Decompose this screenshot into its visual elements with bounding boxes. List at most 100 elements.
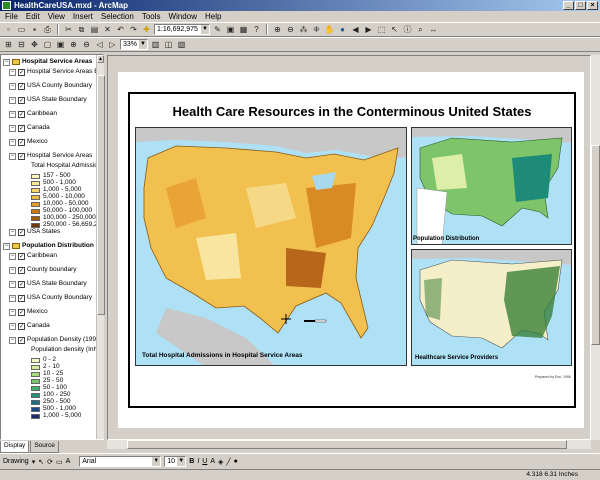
chevron-down-icon[interactable]: ▼ xyxy=(177,457,186,466)
population-distribution-map[interactable] xyxy=(411,127,572,245)
layout-vscroll-thumb[interactable] xyxy=(591,145,600,345)
font-name-combo[interactable]: Arial ▼ xyxy=(79,456,162,467)
identify-icon[interactable]: ⓘ xyxy=(402,24,413,35)
toc-layer[interactable]: − ✓ Mexico xyxy=(9,137,48,147)
help-icon[interactable]: ? xyxy=(251,24,262,35)
layer-visibility-checkbox[interactable]: ✓ xyxy=(18,336,25,344)
undo-icon[interactable]: ↶ xyxy=(115,24,126,35)
hospital-admissions-map[interactable] xyxy=(135,127,407,366)
save-icon[interactable]: ▪ xyxy=(29,24,40,35)
zoom-100-icon[interactable]: ▣ xyxy=(55,39,66,50)
layout-vertical-scrollbar[interactable] xyxy=(591,55,600,440)
fixed-zoom-in-icon[interactable]: ⁂ xyxy=(298,24,309,35)
cut-icon[interactable]: ✂ xyxy=(63,24,74,35)
layer-visibility-checkbox[interactable]: ✓ xyxy=(18,152,25,160)
menu-help[interactable]: Help xyxy=(204,11,222,22)
toggle-draft-mode-icon[interactable]: ▥ xyxy=(150,39,161,50)
rectangle-tool-icon[interactable]: ▭ xyxy=(56,458,63,466)
toc-layer[interactable]: − ✓ Hospital Service Areas Bo xyxy=(9,67,102,77)
expand-collapse-icon[interactable]: − xyxy=(9,68,16,76)
fill-color-icon[interactable]: ◈ xyxy=(218,458,223,466)
layer-visibility-checkbox[interactable]: ✓ xyxy=(18,124,25,132)
fixed-zoom-out-layout-icon[interactable]: ⊖ xyxy=(81,39,92,50)
toc-layer[interactable]: − ✓ USA County Boundary xyxy=(9,293,92,303)
tab-source[interactable]: Source xyxy=(30,441,59,453)
toc-layer[interactable]: − ✓ USA States xyxy=(9,227,60,237)
open-icon[interactable]: ▭ xyxy=(16,24,27,35)
menu-file[interactable]: File xyxy=(4,11,19,22)
menu-edit[interactable]: Edit xyxy=(25,11,41,22)
healthcare-providers-map[interactable] xyxy=(411,249,572,366)
layout-hscroll-thumb[interactable] xyxy=(127,440,567,449)
expand-collapse-icon[interactable]: − xyxy=(9,152,16,160)
layer-visibility-checkbox[interactable]: ✓ xyxy=(18,308,25,316)
menu-insert[interactable]: Insert xyxy=(72,11,94,22)
find-icon[interactable]: ⌕ xyxy=(415,24,426,35)
drawing-menu[interactable]: Drawing xyxy=(3,458,29,465)
layer-visibility-checkbox[interactable]: ✓ xyxy=(18,68,25,76)
toc-layer[interactable]: − ✓ County boundary xyxy=(9,265,77,275)
layout-pan-icon[interactable]: ✥ xyxy=(29,39,40,50)
redo-icon[interactable]: ↷ xyxy=(128,24,139,35)
add-data-icon[interactable]: ✚ xyxy=(141,24,152,35)
map-scale-combo[interactable]: 1:16,692,975 ▼ xyxy=(154,24,210,35)
font-size-combo[interactable]: 10 ▼ xyxy=(164,456,187,467)
pan-icon[interactable]: ✋ xyxy=(324,24,335,35)
previous-extent-icon[interactable]: ◁ xyxy=(94,39,105,50)
expand-collapse-icon[interactable]: − xyxy=(9,252,16,260)
select-elements-icon[interactable]: ↖ xyxy=(389,24,400,35)
scroll-up-icon[interactable]: ▲ xyxy=(97,55,104,63)
bold-icon[interactable]: B xyxy=(189,458,194,465)
italic-icon[interactable]: I xyxy=(197,458,199,465)
change-layout-icon[interactable]: ▧ xyxy=(176,39,187,50)
toc-layer[interactable]: − ✓ Canada xyxy=(9,123,50,133)
toc-layer[interactable]: − ✓ Mexico xyxy=(9,307,48,317)
zoom-out-icon[interactable]: ⊖ xyxy=(285,24,296,35)
toc-scrollbar[interactable]: ▲ xyxy=(96,55,105,439)
toc-data-frame[interactable]: − Hospital Service Areas xyxy=(3,57,92,67)
layer-visibility-checkbox[interactable]: ✓ xyxy=(18,322,25,330)
layout-horizontal-scrollbar[interactable] xyxy=(107,440,591,449)
layer-visibility-checkbox[interactable]: ✓ xyxy=(18,110,25,118)
expand-collapse-icon[interactable]: − xyxy=(9,308,16,316)
toc-layer[interactable]: − ✓ Population Density (1996) xyxy=(9,335,102,345)
full-extent-icon[interactable]: ● xyxy=(337,24,348,35)
close-button[interactable]: × xyxy=(587,1,598,10)
zoom-whole-page-icon[interactable]: ▢ xyxy=(42,39,53,50)
layer-visibility-checkbox[interactable]: ✓ xyxy=(18,280,25,288)
back-extent-icon[interactable]: ◀ xyxy=(350,24,361,35)
chevron-down-icon[interactable]: ▾ xyxy=(32,458,36,466)
layer-visibility-checkbox[interactable]: ✓ xyxy=(18,252,25,260)
menu-selection[interactable]: Selection xyxy=(100,11,135,22)
arctoolbox-icon[interactable]: ▣ xyxy=(225,24,236,35)
menu-window[interactable]: Window xyxy=(168,11,198,22)
menu-tools[interactable]: Tools xyxy=(141,11,162,22)
toc-layer[interactable]: − ✓ Caribbean xyxy=(9,251,57,261)
measure-icon[interactable]: ↔ xyxy=(428,24,439,35)
expand-collapse-icon[interactable]: − xyxy=(9,124,16,132)
layer-visibility-checkbox[interactable]: ✓ xyxy=(18,266,25,274)
layer-visibility-checkbox[interactable]: ✓ xyxy=(18,228,25,236)
zoom-percent-combo[interactable]: 33% ▼ xyxy=(120,39,148,50)
expand-collapse-icon[interactable]: − xyxy=(3,242,10,250)
layout-zoom-out-icon[interactable]: ⊟ xyxy=(16,39,27,50)
toc-layer[interactable]: − ✓ USA State Boundary xyxy=(9,95,87,105)
expand-collapse-icon[interactable]: − xyxy=(9,96,16,104)
toc-layer[interactable]: − ✓ USA County Boundary xyxy=(9,81,92,91)
copy-icon[interactable]: ⧉ xyxy=(76,24,87,35)
focus-data-frame-icon[interactable]: ◫ xyxy=(163,39,174,50)
arccatalog-icon[interactable]: ▦ xyxy=(238,24,249,35)
print-icon[interactable]: ⎙ xyxy=(42,24,53,35)
line-color-icon[interactable]: ╱ xyxy=(226,458,230,466)
toc-data-frame[interactable]: − Population Distribution xyxy=(3,241,94,251)
chevron-down-icon[interactable]: ▼ xyxy=(152,457,161,466)
expand-collapse-icon[interactable]: − xyxy=(9,336,16,344)
expand-collapse-icon[interactable]: − xyxy=(9,138,16,146)
marker-color-icon[interactable]: ● xyxy=(234,458,238,465)
next-extent-icon[interactable]: ▷ xyxy=(107,39,118,50)
delete-icon[interactable]: ✕ xyxy=(102,24,113,35)
expand-collapse-icon[interactable]: − xyxy=(9,322,16,330)
toc-layer[interactable]: − ✓ Canada xyxy=(9,321,50,331)
menu-view[interactable]: View xyxy=(47,11,66,22)
maximize-button[interactable]: □ xyxy=(575,1,586,10)
